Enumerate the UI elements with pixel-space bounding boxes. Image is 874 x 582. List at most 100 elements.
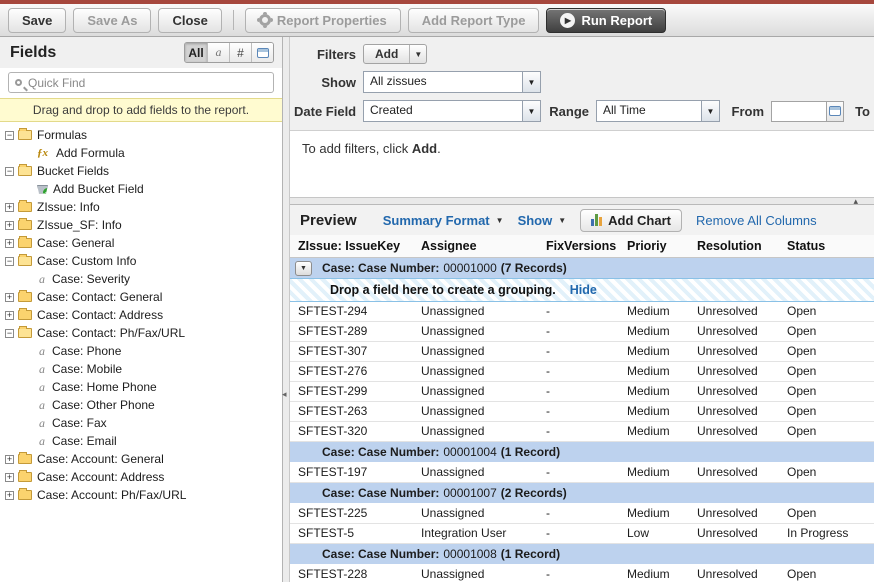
column-header-resolution[interactable]: Resolution	[697, 235, 787, 257]
record-row-sftest-307[interactable]: SFTEST-307Unassigned-MediumUnresolvedOpe…	[290, 341, 874, 361]
column-header-prioriy[interactable]: Prioriy	[627, 235, 697, 257]
record-row-sftest-5[interactable]: SFTEST-5Integration User-LowUnresolvedIn…	[290, 523, 874, 543]
chevron-down-icon[interactable]: ▼	[522, 72, 540, 92]
add-report-type-button[interactable]: Add Report Type	[408, 8, 540, 33]
expand-box-icon[interactable]: +	[5, 221, 14, 230]
range-select[interactable]: All Time ▼	[596, 100, 720, 122]
record-row-sftest-263[interactable]: SFTEST-263Unassigned-MediumUnresolvedOpe…	[290, 401, 874, 421]
expand-box-icon[interactable]: +	[5, 491, 14, 500]
show-menu[interactable]: Show	[518, 213, 553, 228]
group-row-00001008[interactable]: Case: Case Number:00001008(1 Record)	[290, 543, 874, 564]
column-header-fixversions[interactable]: FixVersions	[546, 235, 627, 257]
run-report-button[interactable]: ▶ Run Report	[546, 8, 666, 33]
save-as-button[interactable]: Save As	[73, 8, 151, 33]
horizontal-splitter[interactable]: ▴	[290, 197, 874, 205]
summary-format-menu[interactable]: Summary Format	[383, 213, 490, 228]
tree-item-case-custom-info[interactable]: −Case: Custom Info	[0, 252, 282, 270]
tree-item-case-general[interactable]: +Case: General	[0, 234, 282, 252]
hide-link[interactable]: Hide	[570, 283, 597, 297]
chevron-down-icon[interactable]: ▼	[496, 216, 504, 225]
vertical-splitter[interactable]: ◂	[283, 37, 290, 582]
date-field-select[interactable]: Created ▼	[363, 100, 541, 122]
tree-item-formulas[interactable]: −Formulas	[0, 126, 282, 144]
save-button[interactable]: Save	[8, 8, 66, 33]
cell: Open	[787, 381, 874, 401]
right-pane: Filters Add ▼ Show All zissues ▼ Date Fi…	[290, 37, 874, 582]
expand-box-icon[interactable]: +	[5, 455, 14, 464]
tree-item-zissue-info[interactable]: +ZIssue: Info	[0, 198, 282, 216]
report-properties-button[interactable]: Report Properties	[245, 8, 401, 33]
group-row-00001007[interactable]: Case: Case Number:00001007(2 Records)	[290, 482, 874, 503]
filter-number-button[interactable]: #	[229, 43, 251, 62]
cell: Unresolved	[697, 503, 787, 523]
tree-item-zissue-sf-info[interactable]: +ZIssue_SF: Info	[0, 216, 282, 234]
cell: Unassigned	[421, 381, 546, 401]
tree-item-case-other-phone[interactable]: aCase: Other Phone	[0, 396, 282, 414]
group-row-00001000[interactable]: ▼Case: Case Number:00001000(7 Records)	[290, 257, 874, 278]
record-row-sftest-197[interactable]: SFTEST-197Unassigned-MediumUnresolvedOpe…	[290, 462, 874, 482]
column-header-assignee[interactable]: Assignee	[421, 235, 546, 257]
expand-box-icon[interactable]: +	[5, 239, 14, 248]
grouping-dropzone[interactable]: Drop a field here to create a grouping.H…	[290, 278, 874, 301]
cell: -	[546, 381, 627, 401]
filter-date-button[interactable]	[251, 43, 273, 62]
record-row-sftest-276[interactable]: SFTEST-276Unassigned-MediumUnresolvedOpe…	[290, 361, 874, 381]
collapse-box-icon[interactable]: −	[5, 167, 14, 176]
add-chart-button[interactable]: Add Chart	[580, 209, 682, 232]
show-select[interactable]: All zissues ▼	[363, 71, 541, 93]
tree-item-case-phone[interactable]: aCase: Phone	[0, 342, 282, 360]
tree-item-case-contact-address[interactable]: +Case: Contact: Address	[0, 306, 282, 324]
from-calendar-button[interactable]	[826, 101, 844, 122]
record-row-sftest-228[interactable]: SFTEST-228Unassigned-MediumUnresolvedOpe…	[290, 564, 874, 582]
expand-box-icon[interactable]: +	[5, 203, 14, 212]
column-header-status[interactable]: Status	[787, 235, 874, 257]
preview-title: Preview	[300, 212, 357, 229]
quick-find-input[interactable]	[28, 76, 267, 90]
tree-item-case-contact-ph-fax-url[interactable]: −Case: Contact: Ph/Fax/URL	[0, 324, 282, 342]
tree-item-bucket-fields[interactable]: −Bucket Fields	[0, 162, 282, 180]
cell: Unresolved	[697, 301, 787, 321]
field-type-filter: All a #	[184, 42, 274, 63]
record-row-sftest-289[interactable]: SFTEST-289Unassigned-MediumUnresolvedOpe…	[290, 321, 874, 341]
tree-item-case-account-address[interactable]: +Case: Account: Address	[0, 468, 282, 486]
expand-box-icon[interactable]: +	[5, 311, 14, 320]
collapse-box-icon[interactable]: −	[5, 257, 14, 266]
cell: Medium	[627, 401, 697, 421]
column-header-zissue-issuekey[interactable]: ZIssue: IssueKey	[290, 235, 421, 257]
cell: Unassigned	[421, 462, 546, 482]
folder-icon	[18, 490, 32, 500]
record-row-sftest-225[interactable]: SFTEST-225Unassigned-MediumUnresolvedOpe…	[290, 503, 874, 523]
tree-item-case-account-ph-fax-url[interactable]: +Case: Account: Ph/Fax/URL	[0, 486, 282, 504]
tree-item-case-contact-general[interactable]: +Case: Contact: General	[0, 288, 282, 306]
record-row-sftest-320[interactable]: SFTEST-320Unassigned-MediumUnresolvedOpe…	[290, 421, 874, 441]
remove-all-columns-link[interactable]: Remove All Columns	[696, 213, 817, 228]
italic-a-icon: a	[37, 434, 47, 449]
tree-item-case-fax[interactable]: aCase: Fax	[0, 414, 282, 432]
tree-item-case-email[interactable]: aCase: Email	[0, 432, 282, 450]
tree-item-case-account-general[interactable]: +Case: Account: General	[0, 450, 282, 468]
tree-item-case-severity[interactable]: aCase: Severity	[0, 270, 282, 288]
collapse-box-icon[interactable]: −	[5, 131, 14, 140]
tree-item-case-mobile[interactable]: aCase: Mobile	[0, 360, 282, 378]
chevron-up-icon[interactable]: ▴	[853, 196, 858, 207]
chevron-down-icon[interactable]: ▼	[558, 216, 566, 225]
record-row-sftest-299[interactable]: SFTEST-299Unassigned-MediumUnresolvedOpe…	[290, 381, 874, 401]
from-date-input[interactable]	[771, 101, 826, 122]
close-button[interactable]: Close	[158, 8, 221, 33]
tree-item-case-home-phone[interactable]: aCase: Home Phone	[0, 378, 282, 396]
group-row-00001004[interactable]: Case: Case Number:00001004(1 Record)	[290, 441, 874, 462]
expand-box-icon[interactable]: +	[5, 473, 14, 482]
filter-all-button[interactable]: All	[185, 43, 207, 62]
group-menu-button[interactable]: ▼	[295, 261, 312, 276]
filter-text-button[interactable]: a	[207, 43, 229, 62]
chevron-down-icon[interactable]: ▼	[701, 101, 719, 121]
chevron-down-icon[interactable]: ▼	[409, 45, 426, 63]
record-row-sftest-294[interactable]: SFTEST-294Unassigned-MediumUnresolvedOpe…	[290, 301, 874, 321]
tree-item-add-formula[interactable]: ƒxAdd Formula	[0, 144, 282, 162]
chevron-down-icon[interactable]: ▼	[522, 101, 540, 121]
tree-item-add-bucket-field[interactable]: Add Bucket Field	[0, 180, 282, 198]
expand-box-icon[interactable]: +	[5, 293, 14, 302]
add-filter-button[interactable]: Add ▼	[363, 44, 427, 64]
collapse-box-icon[interactable]: −	[5, 329, 14, 338]
chevron-left-icon[interactable]: ◂	[282, 389, 287, 400]
